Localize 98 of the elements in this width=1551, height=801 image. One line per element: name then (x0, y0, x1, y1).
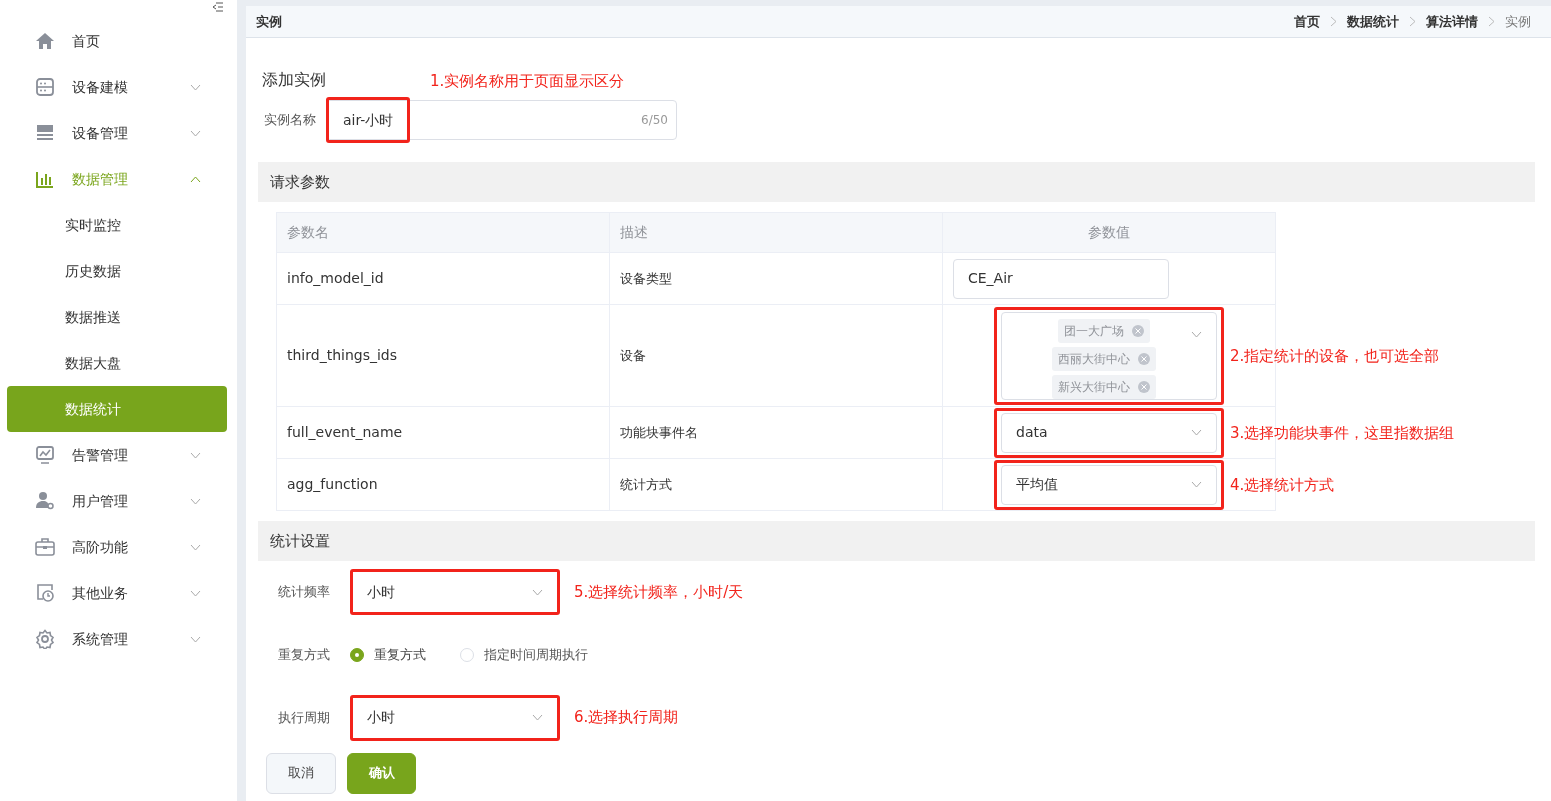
table-cell: 设备 (609, 304, 943, 407)
radio-label: 指定时间周期执行 (484, 646, 588, 664)
chevron-down-icon (190, 543, 201, 551)
chevron-down-icon (190, 497, 201, 505)
tag-label: 西丽大街中心 (1057, 350, 1130, 368)
select-value: 平均值 (1016, 475, 1058, 494)
tag-label: 团一大广场 (1063, 322, 1124, 340)
field-label: 执行周期 (278, 708, 331, 727)
chevron-right-icon (1330, 16, 1337, 27)
chevron-down-icon (532, 588, 543, 596)
sidebar-item[interactable]: 系统管理 (7, 616, 227, 662)
radio-option[interactable]: 指定时间周期执行 (460, 645, 588, 665)
settings-icon (35, 629, 55, 649)
form-title: 添加实例 (262, 69, 326, 91)
sidebar-item[interactable]: 设备建模 (7, 64, 227, 110)
section-header: 请求参数 (258, 162, 1535, 202)
chevron-up-icon (190, 175, 201, 183)
table-cell: 设备类型 (609, 252, 943, 305)
annotation-note: 6.选择执行周期 (574, 707, 679, 729)
column-header: 描述 (609, 212, 943, 253)
tag-label: 新兴大街中心 (1057, 378, 1130, 396)
breadcrumb-link[interactable]: 首页 (1294, 11, 1320, 32)
select-value: 小时 (367, 582, 395, 602)
chevron-down-icon (1191, 481, 1202, 488)
chevron-down-icon (190, 589, 201, 597)
sidebar-item-label: 数据管理 (72, 169, 129, 189)
sidebar-item[interactable]: 其他业务 (7, 570, 227, 616)
section-header: 统计设置 (258, 521, 1535, 561)
select-field[interactable]: data (1001, 412, 1217, 453)
server-icon (35, 77, 55, 97)
field-label: 实例名称 (264, 111, 316, 130)
table-cell: 功能块事件名 (609, 406, 943, 459)
chevron-down-icon (190, 83, 201, 91)
rack-icon (35, 123, 55, 143)
annotation-note: 5.选择统计频率，小时/天 (574, 581, 744, 603)
sidebar-item-label: 其他业务 (72, 583, 129, 603)
sidebar-item-label: 设备管理 (72, 123, 129, 143)
select-value: 小时 (367, 708, 395, 727)
sidebar-subitem[interactable]: 历史数据 (7, 248, 227, 294)
text-input-field[interactable]: CE_Air (953, 258, 1169, 299)
table-cell: 统计方式 (609, 458, 943, 511)
sidebar-item[interactable]: 设备管理 (7, 110, 227, 156)
annotation-note: 1.实例名称用于页面显示区分 (430, 70, 625, 92)
sidebar-subitem[interactable]: 数据大盘 (7, 340, 227, 386)
table-cell: info_model_id (276, 252, 610, 305)
annotation-note: 2.指定统计的设备，也可选全部 (1230, 345, 1440, 367)
sidebar-item-label: 高阶功能 (72, 537, 129, 557)
breadcrumb-link[interactable]: 算法详情 (1426, 11, 1478, 32)
sidebar-item-label: 系统管理 (72, 629, 129, 649)
field-label: 统计频率 (278, 583, 331, 602)
sidebar-item-label: 设备建模 (72, 77, 129, 97)
chevron-down-icon (190, 129, 201, 137)
name-input-field[interactable]: air-小时 6/50 (326, 100, 677, 140)
chevron-right-icon (1488, 16, 1495, 27)
table-cell: third_things_ids (276, 304, 610, 407)
clock-document-icon (35, 583, 55, 603)
user-gear-icon (35, 491, 55, 511)
sidebar-item[interactable]: 高阶功能 (7, 524, 227, 570)
table-cell: full_event_name (276, 406, 610, 459)
chevron-down-icon (1191, 429, 1202, 436)
sidebar-item-label: 告警管理 (72, 445, 129, 465)
table-cell: agg_function (276, 458, 610, 511)
sidebar-subitem[interactable]: 数据推送 (7, 294, 227, 340)
remove-tag-icon[interactable] (1137, 352, 1150, 365)
sidebar-item[interactable]: 告警管理 (7, 432, 227, 478)
radio-button[interactable] (350, 647, 364, 662)
annotation-note: 4.选择统计方式 (1230, 474, 1335, 496)
sidebar-item-label: 用户管理 (72, 491, 129, 511)
monitor-chart-icon (35, 445, 55, 465)
radio-label: 重复方式 (374, 646, 426, 664)
radio-option[interactable]: 重复方式 (350, 645, 426, 665)
breadcrumb-link[interactable]: 数据统计 (1347, 11, 1399, 32)
sidebar-item[interactable]: 用户管理 (7, 478, 227, 524)
collapse-menu-icon[interactable] (213, 2, 223, 12)
input-value: air-小时 (343, 110, 394, 130)
home-icon (35, 31, 55, 51)
briefcase-icon (35, 537, 55, 557)
column-header: 参数值 (942, 212, 1276, 253)
chevron-down-icon (532, 714, 543, 721)
chevron-down-icon (1191, 330, 1202, 338)
input-value: CE_Air (968, 269, 1013, 288)
annotation-note: 3.选择功能块事件，这里指数据组 (1230, 422, 1455, 444)
column-header: 参数名 (276, 212, 610, 253)
sidebar-subitem[interactable]: 实时监控 (7, 202, 227, 248)
sidebar-item-label: 首页 (72, 31, 101, 51)
remove-tag-icon[interactable] (1131, 324, 1144, 337)
char-counter: 6/50 (641, 112, 668, 129)
sidebar-item[interactable]: 首页 (7, 18, 227, 64)
remove-tag-icon[interactable] (1137, 380, 1150, 393)
select-field[interactable]: 平均值 (1001, 464, 1217, 505)
cancel-button[interactable]: 取消 (266, 752, 336, 794)
chevron-down-icon (190, 451, 201, 459)
page-title: 实例 (256, 12, 282, 31)
select-value: data (1016, 423, 1048, 442)
bar-chart-icon (35, 169, 55, 189)
chevron-right-icon (1409, 16, 1416, 27)
chevron-down-icon (190, 635, 201, 643)
field-label: 重复方式 (278, 646, 331, 664)
